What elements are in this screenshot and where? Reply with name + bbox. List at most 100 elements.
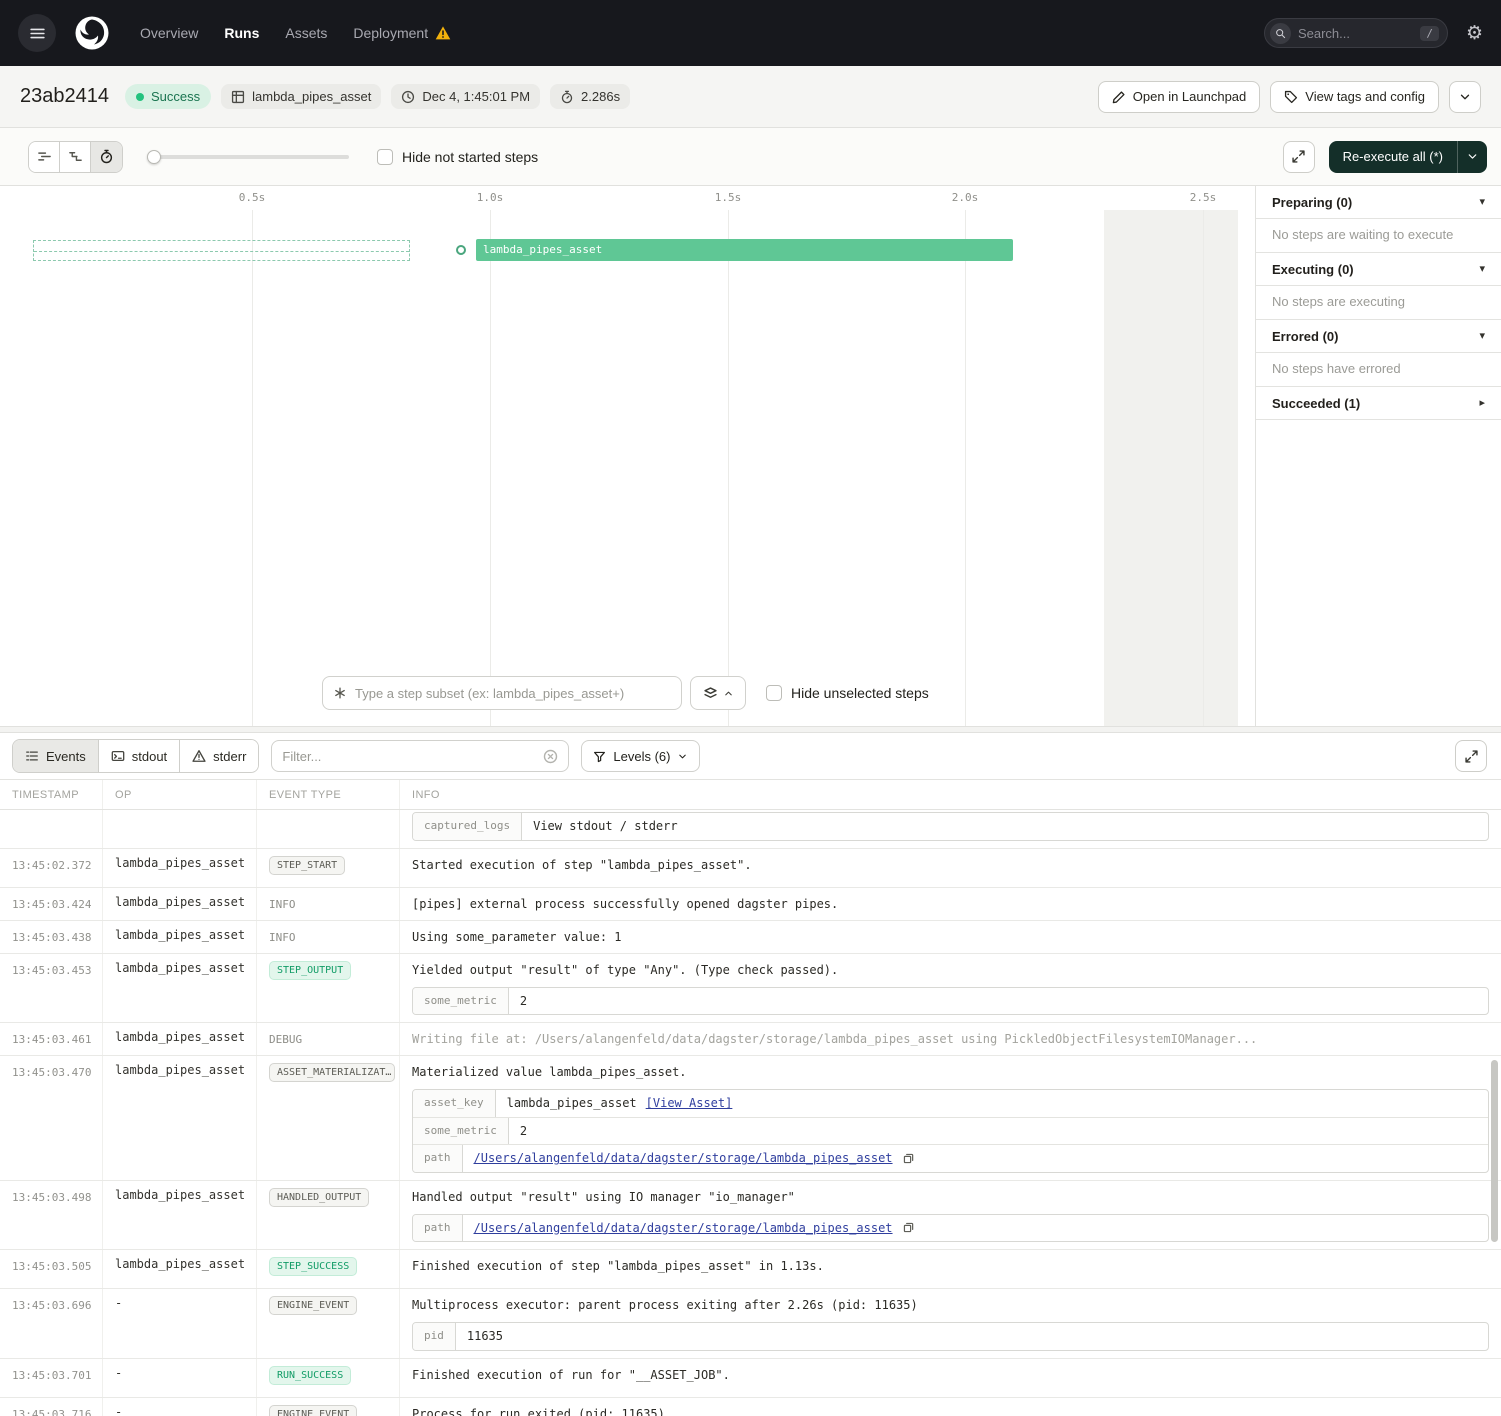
- view-asset-link[interactable]: [View Asset]: [646, 1094, 733, 1112]
- view-mode-timed-button[interactable]: [91, 142, 122, 172]
- log-message: Finished execution of run for "__ASSET_J…: [412, 1368, 730, 1382]
- copy-icon[interactable]: [902, 1221, 915, 1234]
- settings-gear-icon[interactable]: ⚙: [1466, 24, 1483, 43]
- open-in-launchpad-button[interactable]: Open in Launchpad: [1098, 81, 1260, 113]
- dagster-logo-icon[interactable]: [74, 15, 110, 51]
- log-row[interactable]: 13:45:03.424 lambda_pipes_asset INFO [pi…: [0, 888, 1501, 921]
- log-row[interactable]: 13:45:03.438 lambda_pipes_asset INFO Usi…: [0, 921, 1501, 954]
- slider-track[interactable]: [147, 155, 349, 159]
- event-type-badge: HANDLED_OUTPUT: [269, 1188, 369, 1207]
- log-op-name: lambda_pipes_asset: [103, 1056, 257, 1180]
- log-op-name: -: [103, 1289, 257, 1358]
- reexecute-all-button[interactable]: Re-execute all (*): [1329, 141, 1457, 173]
- chevron-right-icon: ▸: [1479, 398, 1485, 409]
- sidebar-section-executing[interactable]: Executing (0)▾: [1256, 253, 1501, 286]
- log-filter-input[interactable]: [282, 749, 535, 764]
- logs-table-body: captured_logs View stdout / stderr 13:45…: [0, 810, 1501, 1416]
- logs-fullscreen-button[interactable]: [1455, 740, 1487, 772]
- axis-tick: 1.5s: [715, 191, 742, 204]
- hide-unselected-checkbox-row[interactable]: Hide unselected steps: [766, 685, 929, 701]
- step-subset-selector[interactable]: [322, 676, 682, 710]
- search-input[interactable]: [1298, 26, 1413, 41]
- log-row[interactable]: 13:45:03.498 lambda_pipes_asset HANDLED_…: [0, 1181, 1501, 1251]
- metadata-row: some_metric 2: [413, 1117, 1488, 1145]
- log-filter[interactable]: [271, 740, 569, 772]
- nav-overview[interactable]: Overview: [140, 25, 198, 41]
- log-row[interactable]: 13:45:03.453 lambda_pipes_asset STEP_OUT…: [0, 954, 1501, 1024]
- log-row[interactable]: 13:45:03.461 lambda_pipes_asset DEBUG Wr…: [0, 1023, 1501, 1056]
- tab-stdout[interactable]: stdout: [99, 740, 180, 772]
- chevron-down-icon: [1466, 150, 1479, 163]
- gantt-step-bar[interactable]: lambda_pipes_asset: [476, 239, 1013, 261]
- slider-knob[interactable]: [147, 150, 161, 164]
- log-message: Finished execution of step "lambda_pipes…: [412, 1259, 824, 1273]
- log-row[interactable]: 13:45:02.372 lambda_pipes_asset STEP_STA…: [0, 849, 1501, 888]
- sidebar-section-succeeded[interactable]: Succeeded (1)▸: [1256, 387, 1501, 420]
- log-message: Yielded output "result" of type "Any". (…: [412, 963, 838, 977]
- metadata-value: 2: [509, 1118, 1488, 1145]
- metadata-row: captured_logs View stdout / stderr: [413, 813, 1488, 840]
- nav-deployment[interactable]: Deployment: [353, 25, 451, 41]
- stopwatch-icon: [99, 149, 114, 164]
- sidebar-section-preparing[interactable]: Preparing (0)▾: [1256, 186, 1501, 219]
- view-mode-flat-button[interactable]: [29, 142, 60, 172]
- nav-runs[interactable]: Runs: [224, 25, 259, 41]
- metadata-row: pid 11635: [413, 1323, 1488, 1350]
- log-row[interactable]: 13:45:03.696 - ENGINE_EVENT Multiprocess…: [0, 1289, 1501, 1359]
- col-info: INFO: [400, 780, 1501, 809]
- log-op-name: lambda_pipes_asset: [103, 1181, 257, 1250]
- tab-stderr[interactable]: stderr: [180, 740, 258, 772]
- nav-assets[interactable]: Assets: [285, 25, 327, 41]
- log-timestamp: 13:45:03.461: [0, 1023, 103, 1055]
- metadata-key: captured_logs: [413, 813, 522, 840]
- sidebar-section-body: No steps are waiting to execute: [1256, 219, 1501, 253]
- run-actions-dropdown-button[interactable]: [1449, 81, 1481, 113]
- clear-filter-icon[interactable]: [543, 749, 558, 764]
- sidebar-section-errored[interactable]: Errored (0)▾: [1256, 320, 1501, 353]
- expand-icon: [1291, 149, 1306, 164]
- gantt-view-mode-toggle: [28, 141, 123, 173]
- log-row[interactable]: 13:45:03.716 - ENGINE_EVENT Process for …: [0, 1398, 1501, 1416]
- hide-unselected-checkbox[interactable]: [766, 685, 782, 701]
- waterfall-view-icon: [68, 149, 83, 164]
- copy-icon[interactable]: [902, 1152, 915, 1165]
- view-tags-config-button[interactable]: View tags and config: [1270, 81, 1439, 113]
- top-nav: Overview Runs Assets Deployment / ⚙: [0, 0, 1501, 66]
- op-selector-icon: [333, 686, 347, 700]
- tab-events[interactable]: Events: [13, 740, 99, 772]
- log-row[interactable]: 13:45:03.470 lambda_pipes_asset ASSET_MA…: [0, 1056, 1501, 1181]
- path-link[interactable]: /Users/alangenfeld/data/dagster/storage/…: [474, 1219, 893, 1237]
- chevron-down-icon: ▾: [1479, 197, 1485, 208]
- gantt-fullscreen-button[interactable]: [1283, 141, 1315, 173]
- event-type-label: INFO: [269, 928, 296, 944]
- metadata-table: asset_key lambda_pipes_asset [View Asset…: [412, 1089, 1489, 1173]
- logs-scrollbar[interactable]: [1491, 1060, 1498, 1242]
- log-row[interactable]: 13:45:03.505 lambda_pipes_asset STEP_SUC…: [0, 1250, 1501, 1289]
- gantt-zoom-slider[interactable]: [147, 142, 349, 172]
- axis-tick: 2.0s: [952, 191, 979, 204]
- panel-resize-gutter[interactable]: [0, 726, 1501, 733]
- log-row[interactable]: 13:45:03.701 - RUN_SUCCESS Finished exec…: [0, 1359, 1501, 1398]
- job-name-chip[interactable]: lambda_pipes_asset: [221, 84, 381, 109]
- apply-selection-button[interactable]: [690, 676, 746, 710]
- col-event-type: EVENT TYPE: [257, 780, 400, 809]
- metadata-table: pid 11635: [412, 1322, 1489, 1351]
- metadata-row: asset_key lambda_pipes_asset [View Asset…: [413, 1090, 1488, 1117]
- reexecute-dropdown-button[interactable]: [1457, 141, 1487, 173]
- chevron-down-icon: [1458, 90, 1472, 104]
- hamburger-menu-button[interactable]: [18, 14, 56, 52]
- job-grid-icon: [231, 90, 245, 104]
- hide-not-started-checkbox[interactable]: [377, 149, 393, 165]
- pencil-icon: [1112, 90, 1126, 104]
- log-timestamp: 13:45:02.372: [0, 849, 103, 887]
- event-type-label: INFO: [269, 895, 296, 911]
- hide-not-started-checkbox-row[interactable]: Hide not started steps: [377, 149, 538, 165]
- path-link[interactable]: /Users/alangenfeld/data/dagster/storage/…: [474, 1149, 893, 1167]
- log-row[interactable]: captured_logs View stdout / stderr: [0, 810, 1501, 849]
- step-subset-input[interactable]: [355, 686, 671, 701]
- global-search[interactable]: /: [1264, 18, 1448, 48]
- dagster-run-page: Overview Runs Assets Deployment / ⚙ 23ab…: [0, 0, 1501, 1416]
- levels-filter-button[interactable]: Levels (6): [581, 740, 700, 772]
- log-op-name: lambda_pipes_asset: [103, 954, 257, 1023]
- view-mode-waterfall-button[interactable]: [60, 142, 91, 172]
